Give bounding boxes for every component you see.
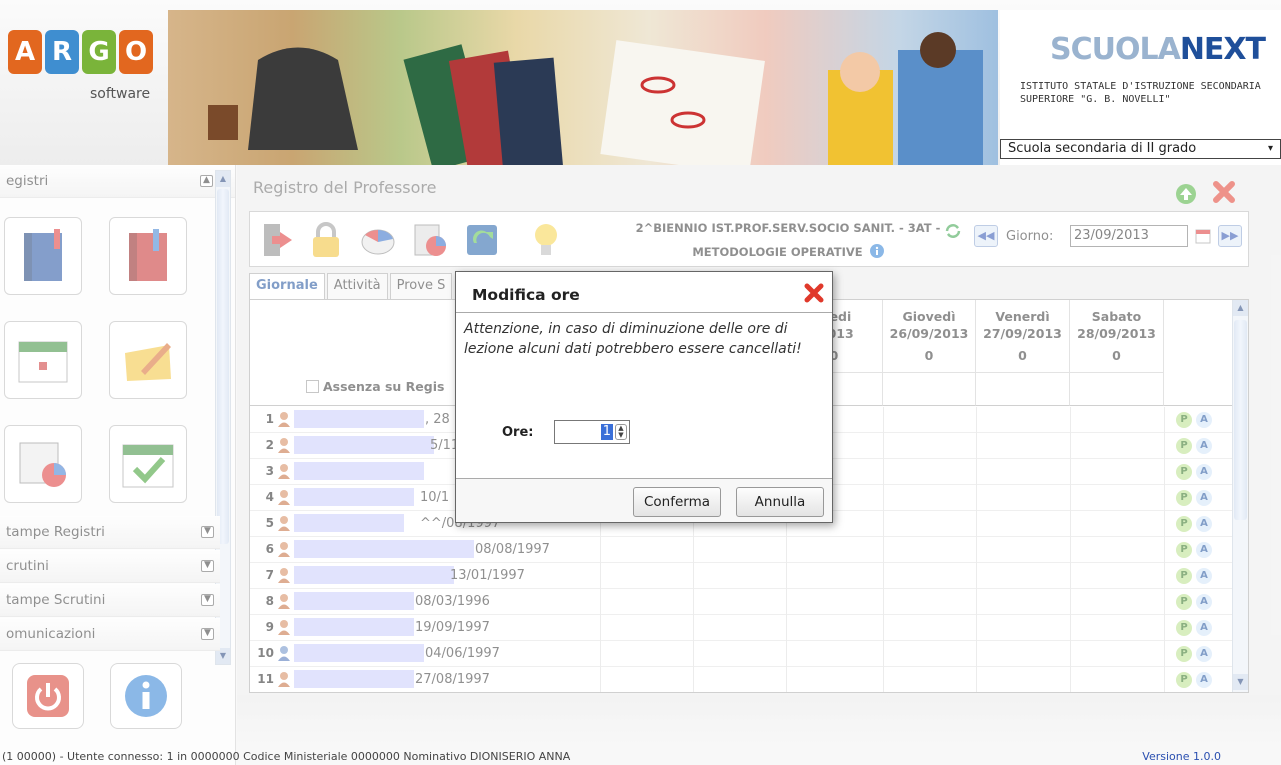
status-bar: (1 00000) - Utente connesso: 1 in 000000… bbox=[0, 750, 1281, 765]
cancel-button[interactable]: Annulla bbox=[736, 487, 824, 517]
scuolanext-logo: SCUOLANEXT bbox=[1050, 32, 1266, 67]
argo-letter: R bbox=[45, 30, 79, 74]
dialog-divider bbox=[456, 312, 832, 313]
dialog-footer: Conferma Annulla bbox=[456, 478, 832, 522]
argo-letter: A bbox=[8, 30, 42, 74]
select-arrow-icon[interactable]: ▾ bbox=[1268, 140, 1278, 158]
ore-label: Ore: bbox=[502, 425, 534, 440]
school-type-select[interactable]: Scuola secondaria di II grado ▾ bbox=[1000, 139, 1281, 159]
version-link[interactable]: Versione 1.0.0 bbox=[1142, 750, 1221, 763]
header-banner-illustration bbox=[168, 10, 998, 165]
argo-letter: G bbox=[82, 30, 116, 74]
dialog-message: Attenzione, in caso di diminuzione delle… bbox=[464, 321, 802, 357]
school-panel: SCUOLANEXT ISTITUTO STATALE D'ISTRUZIONE… bbox=[1000, 10, 1281, 165]
status-text: (1 00000) - Utente connesso: 1 in 000000… bbox=[2, 750, 571, 763]
school-type-value: Scuola secondaria di II grado bbox=[1008, 141, 1197, 156]
spinner-arrows-icon[interactable]: ▲ ▼ bbox=[615, 424, 627, 440]
confirm-button[interactable]: Conferma bbox=[633, 487, 721, 517]
argo-logo: A R G O bbox=[8, 30, 153, 74]
ore-spinner-input[interactable]: 1 ▲ ▼ bbox=[554, 420, 630, 444]
argo-logo-subtitle: software bbox=[90, 86, 151, 102]
dialog-close-icon[interactable] bbox=[803, 282, 825, 304]
logo-part: NEXT bbox=[1179, 32, 1266, 67]
logo-part: SCUOLA bbox=[1050, 32, 1181, 67]
school-name: ISTITUTO STATALE D'ISTRUZIONE SECONDARIA… bbox=[1020, 81, 1261, 105]
modifica-ore-dialog: Modifica ore Attenzione, in caso di dimi… bbox=[455, 271, 833, 523]
dialog-title: Modifica ore bbox=[472, 286, 580, 304]
app-header: A R G O software SCUOLANEXT ISTITUTO STA… bbox=[0, 0, 1281, 165]
argo-letter: O bbox=[119, 30, 153, 74]
ore-value: 1 bbox=[600, 424, 613, 440]
